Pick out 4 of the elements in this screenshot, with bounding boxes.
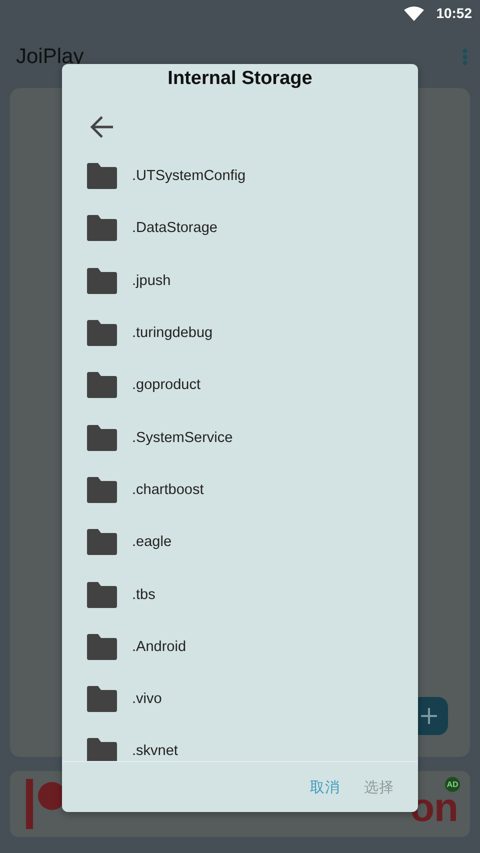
- app-title: JoiPlay: [16, 45, 84, 69]
- clock: 10:52: [436, 5, 472, 21]
- ad-badge: AD: [445, 777, 460, 792]
- dialog-title: Internal Storage: [168, 68, 312, 90]
